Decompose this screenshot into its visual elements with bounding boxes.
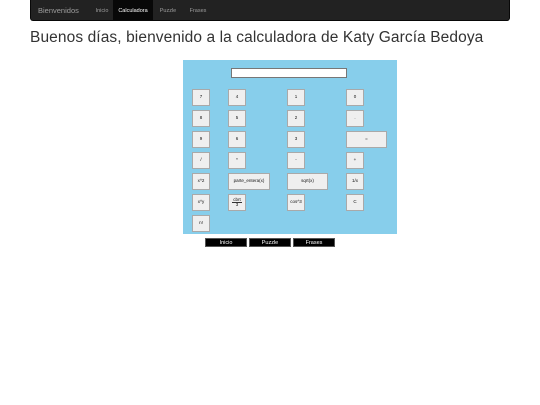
cube-root-bottom: 3 — [235, 202, 239, 207]
key-sqrt[interactable]: sqrt(x) — [287, 173, 328, 190]
key-multiply[interactable]: * — [228, 152, 246, 169]
key-1[interactable]: 1 — [287, 89, 305, 106]
key-2[interactable]: 2 — [287, 110, 305, 127]
key-square[interactable]: x^2 — [192, 173, 210, 190]
bottom-button-inicio[interactable]: Inicio — [205, 238, 247, 247]
bottom-button-puzzle[interactable]: Puzzle — [249, 238, 291, 247]
key-decimal-point[interactable]: . — [346, 110, 364, 127]
nav-item-calculadora[interactable]: Calculadora — [113, 0, 153, 21]
key-clear[interactable]: C — [346, 194, 364, 211]
key-9[interactable]: 9 — [192, 131, 210, 148]
key-equals[interactable]: = — [346, 131, 387, 148]
key-cube-root[interactable]: cbrt 3 — [228, 194, 246, 211]
key-minus[interactable]: - — [287, 152, 305, 169]
key-reciprocal[interactable]: 1/x — [346, 173, 364, 190]
cube-root-fraction: cbrt 3 — [232, 197, 242, 208]
key-5[interactable]: 5 — [228, 110, 246, 127]
key-0[interactable]: 0 — [346, 89, 364, 106]
nav-item-frases[interactable]: Frases — [186, 0, 210, 21]
calculator-display[interactable] — [231, 68, 347, 78]
page-title: Buenos días, bienvenido a la calculadora… — [30, 29, 484, 46]
key-integer-part[interactable]: parte_entera(x) — [228, 173, 270, 190]
key-cube-power[interactable]: cos^3 — [287, 194, 305, 211]
key-3[interactable]: 3 — [287, 131, 305, 148]
key-7[interactable]: 7 — [192, 89, 210, 106]
key-4[interactable]: 4 — [228, 89, 246, 106]
nav-item-inicio[interactable]: Inicio — [91, 0, 113, 21]
key-6[interactable]: 6 — [228, 131, 246, 148]
nav-brand[interactable]: Bienvenidos — [38, 6, 79, 15]
key-power[interactable]: x^y — [192, 194, 210, 211]
key-8[interactable]: 8 — [192, 110, 210, 127]
top-navbar: Bienvenidos Inicio Calculadora Puzzle Fr… — [30, 0, 510, 21]
key-factorial[interactable]: n! — [192, 215, 210, 232]
calculator-panel: 7 4 1 0 8 5 2 . 9 6 3 = / * - + x^2 part… — [183, 60, 397, 234]
bottom-button-frases[interactable]: Frases — [293, 238, 335, 247]
key-divide[interactable]: / — [192, 152, 210, 169]
nav-item-puzzle[interactable]: Puzzle — [156, 0, 180, 21]
key-plus[interactable]: + — [346, 152, 364, 169]
